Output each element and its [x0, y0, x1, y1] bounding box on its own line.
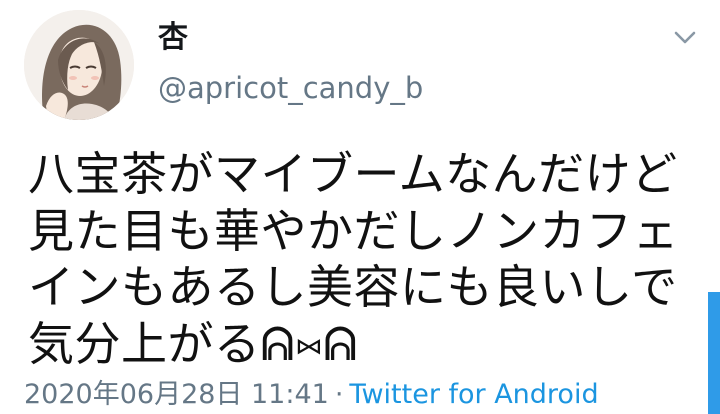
- tweet-card: 杏 @apricot_candy_b 八宝茶がマイブームなんだけど見た目も華やか…: [0, 0, 720, 414]
- scrollbar[interactable]: [708, 292, 720, 414]
- tweet-source-link[interactable]: Twitter for Android: [349, 379, 598, 410]
- chevron-down-icon[interactable]: [672, 28, 698, 48]
- avatar[interactable]: [24, 10, 134, 120]
- tweet-timestamp[interactable]: 2020年06月28日 11:41: [24, 379, 329, 410]
- tweet-text: 八宝茶がマイブームなんだけど見た目も華やかだしノンカフェインもあるし美容にも良い…: [28, 147, 679, 371]
- meta-separator: ·: [334, 379, 344, 410]
- user-handle[interactable]: @apricot_candy_b: [158, 71, 423, 105]
- avatar-illustration: [24, 10, 134, 120]
- display-name[interactable]: 杏: [158, 20, 188, 56]
- tweet-meta: 2020年06月28日 11:41 · Twitter for Android: [24, 378, 599, 412]
